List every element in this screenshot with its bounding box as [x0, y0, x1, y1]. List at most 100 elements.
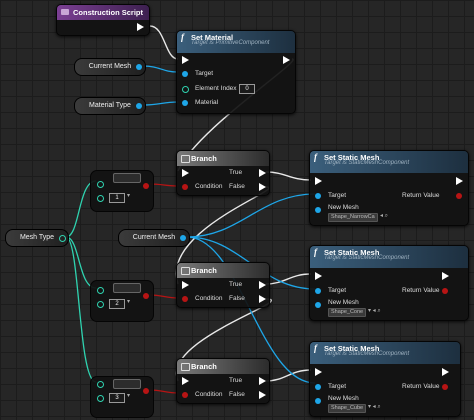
target-pin[interactable] [315, 288, 321, 294]
branch-node-1[interactable]: Branch True Condition False [176, 150, 270, 196]
condition-label: Condition [195, 391, 223, 398]
set-static-mesh-subtitle: Target is StaticMeshComponent [324, 351, 410, 357]
new-mesh-pin[interactable] [315, 302, 321, 308]
mesh-type-variable[interactable]: Mesh Type [5, 229, 69, 247]
dropdown-arrow-icon[interactable]: ▾ [127, 192, 130, 199]
equals-badge [113, 173, 141, 183]
false-exec-pin[interactable] [259, 391, 266, 399]
exec-out-pin[interactable] [456, 177, 463, 185]
exec-in-pin[interactable] [182, 169, 189, 177]
branch-header: Branch [177, 359, 269, 374]
equal-enum-node-3[interactable]: 3 ▾ [90, 376, 154, 418]
exec-out-pin[interactable] [442, 368, 449, 376]
false-exec-pin[interactable] [259, 183, 266, 191]
bool-out-pin[interactable] [143, 293, 149, 299]
new-mesh-pin[interactable] [315, 207, 321, 213]
dropdown-arrow-icon[interactable]: ▾ [127, 298, 130, 305]
set-static-mesh-header: f Set Static Mesh Target is StaticMeshCo… [310, 151, 468, 173]
set-static-mesh-node-2[interactable]: f Set Static Mesh Target is StaticMeshCo… [309, 245, 469, 321]
blueprint-graph-canvas[interactable]: Construction Script f Set Material Targe… [0, 0, 474, 420]
asset-browse-icon[interactable]: ◂ ⌕ [380, 212, 388, 220]
set-static-mesh-node-1[interactable]: f Set Static Mesh Target is StaticMeshCo… [309, 150, 469, 226]
bool-out-pin[interactable] [143, 183, 149, 189]
function-icon: f [314, 152, 317, 162]
element-index-input[interactable]: 0 [239, 84, 255, 94]
set-material-header: f Set Material Target is PrimitiveCompon… [177, 31, 295, 53]
new-mesh-pin[interactable] [315, 398, 321, 404]
exec-out-pin[interactable] [137, 23, 144, 31]
equal-enum-node-2[interactable]: 2 ▾ [90, 280, 154, 322]
false-exec-pin[interactable] [259, 295, 266, 303]
false-label: False [229, 295, 245, 302]
enum-in-pin[interactable] [97, 181, 104, 188]
current-mesh-out-pin[interactable] [180, 235, 186, 241]
material-type-out-pin[interactable] [136, 103, 142, 109]
dropdown-arrow-icon[interactable]: ▾ [127, 392, 130, 399]
current-mesh-variable-2[interactable]: Current Mesh [118, 229, 190, 247]
branch-title: Branch [191, 362, 217, 371]
material-pin[interactable] [182, 100, 188, 106]
enum-value-input[interactable]: 2 [109, 299, 125, 309]
condition-pin[interactable] [182, 184, 188, 190]
enum-in-pin[interactable] [97, 381, 104, 388]
branch-header: Branch [177, 151, 269, 166]
enum-value-input[interactable]: 3 [109, 393, 125, 403]
set-static-mesh-node-3[interactable]: f Set Static Mesh Target is StaticMeshCo… [309, 341, 461, 417]
branch-icon [181, 267, 190, 275]
asset-browse-icon[interactable]: ▾ ◂ ⌕ [368, 403, 381, 411]
target-pin[interactable] [315, 384, 321, 390]
exec-out-pin[interactable] [442, 272, 449, 280]
set-static-mesh-header: f Set Static Mesh Target is StaticMeshCo… [310, 246, 468, 268]
enum-value-input[interactable]: 1 [109, 193, 125, 203]
equals-badge [113, 379, 141, 389]
target-pin[interactable] [315, 193, 321, 199]
construction-script-header: Construction Script [57, 5, 149, 20]
branch-node-3[interactable]: Branch True Condition False [176, 358, 270, 404]
condition-pin[interactable] [182, 296, 188, 302]
equal-enum-node-1[interactable]: 1 ▾ [90, 170, 154, 212]
condition-label: Condition [195, 183, 223, 190]
exec-in-pin[interactable] [315, 368, 322, 376]
function-icon: f [181, 32, 184, 42]
enum-in-pin[interactable] [97, 287, 104, 294]
return-value-pin[interactable] [442, 288, 448, 294]
asset-browse-icon[interactable]: ▾ ◂ ⌕ [368, 307, 381, 315]
true-exec-pin[interactable] [259, 281, 266, 289]
return-value-label: Return Value [402, 287, 440, 294]
true-exec-pin[interactable] [259, 377, 266, 385]
target-pin[interactable] [182, 71, 188, 77]
equals-badge [113, 283, 141, 293]
function-icon: f [314, 247, 317, 257]
true-exec-pin[interactable] [259, 169, 266, 177]
material-label: Material [195, 99, 219, 106]
current-mesh-out-pin[interactable] [136, 64, 142, 70]
enum-in-pin-b[interactable] [97, 195, 104, 202]
exec-in-pin[interactable] [182, 377, 189, 385]
enum-in-pin-b[interactable] [97, 395, 104, 402]
construction-script-node[interactable]: Construction Script [56, 4, 150, 36]
material-type-variable[interactable]: Material Type [74, 97, 146, 115]
new-mesh-asset-field[interactable]: Shape_Cone [328, 308, 367, 317]
return-value-label: Return Value [402, 383, 440, 390]
new-mesh-asset-field[interactable]: Shape_Cube [328, 404, 367, 413]
current-mesh-variable[interactable]: Current Mesh [74, 58, 146, 76]
exec-in-pin[interactable] [315, 177, 322, 185]
element-index-pin[interactable] [182, 86, 189, 93]
bool-out-pin[interactable] [143, 388, 149, 394]
target-label: Target [328, 383, 347, 390]
set-material-node[interactable]: f Set Material Target is PrimitiveCompon… [176, 30, 296, 114]
exec-in-pin[interactable] [315, 272, 322, 280]
mesh-type-out-pin[interactable] [59, 235, 66, 242]
condition-pin[interactable] [182, 392, 188, 398]
return-value-pin[interactable] [456, 193, 462, 199]
new-mesh-asset-field[interactable]: Shape_NarrowCa [328, 213, 378, 222]
target-label: Target [328, 287, 347, 294]
false-label: False [229, 391, 245, 398]
exec-in-pin[interactable] [182, 281, 189, 289]
enum-in-pin-b[interactable] [97, 301, 104, 308]
condition-label: Condition [195, 295, 223, 302]
branch-node-2[interactable]: Branch True Condition False [176, 262, 270, 308]
exec-out-pin[interactable] [283, 56, 290, 64]
return-value-pin[interactable] [442, 384, 448, 390]
exec-in-pin[interactable] [182, 56, 189, 64]
